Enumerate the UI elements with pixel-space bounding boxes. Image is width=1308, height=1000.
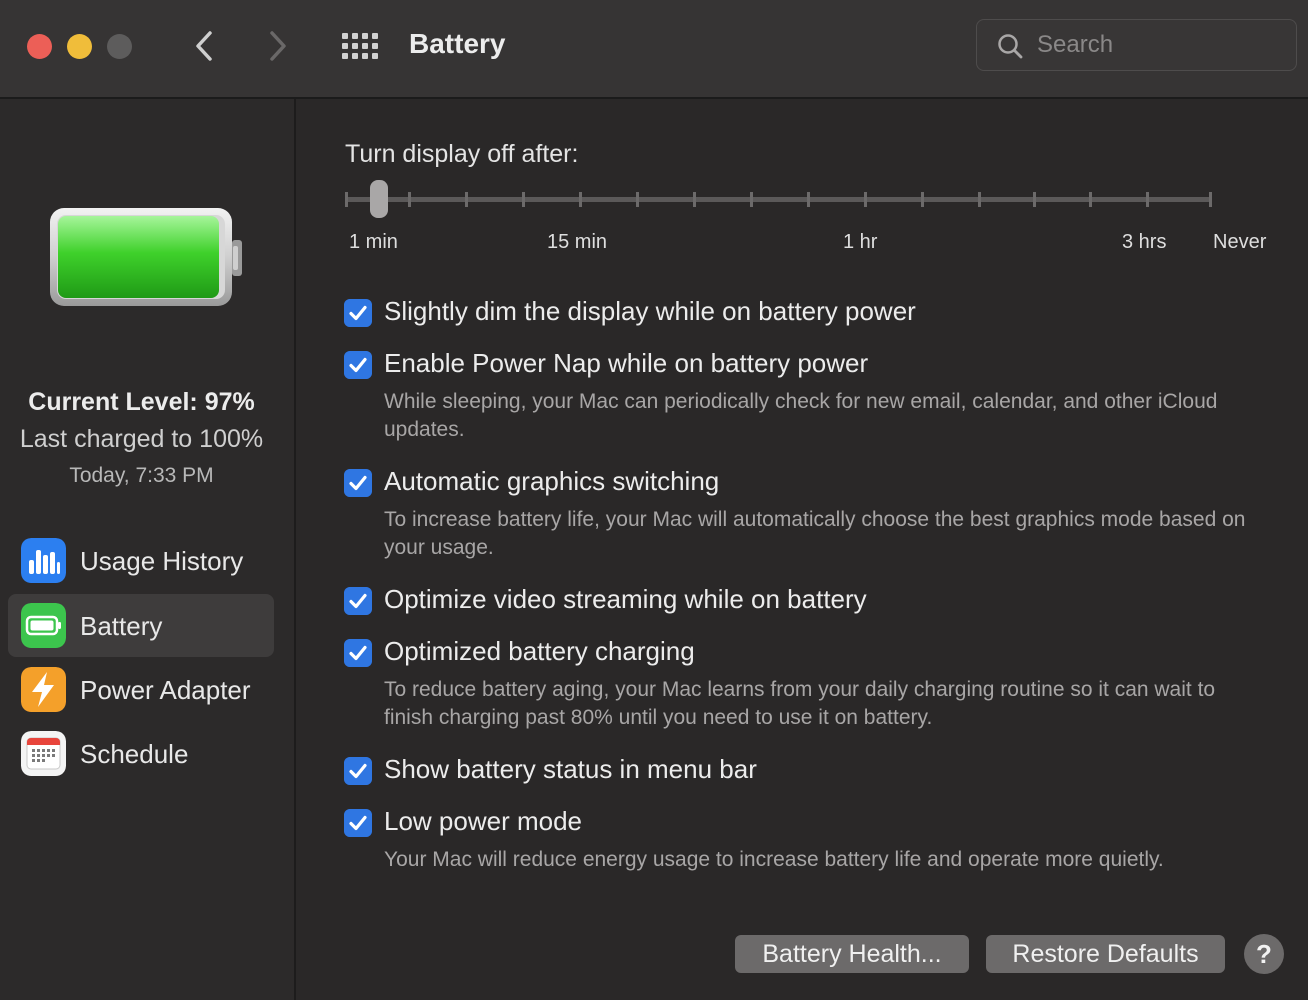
option-label[interactable]: Slightly dim the display while on batter…: [384, 296, 916, 327]
tick-label-1-min: 1 min: [349, 231, 398, 253]
option-description: Your Mac will reduce energy usage to inc…: [384, 848, 1164, 871]
option-label[interactable]: Show battery status in menu bar: [384, 754, 757, 785]
bar-chart-icon: [21, 538, 66, 583]
search-input[interactable]: [1037, 20, 1287, 70]
option-label[interactable]: Enable Power Nap while on battery power: [384, 348, 868, 379]
display-off-slider-title: Turn display off after:: [345, 140, 579, 168]
slider-tick: [579, 192, 582, 207]
checkbox-checked-icon[interactable]: [344, 587, 372, 615]
display-off-slider-track[interactable]: [345, 197, 1211, 202]
slider-tick: [636, 192, 639, 207]
sidebar-item-battery[interactable]: Battery: [8, 594, 274, 657]
option-label[interactable]: Optimize video streaming while on batter…: [384, 584, 867, 615]
battery-icon: [21, 603, 66, 648]
minimize-window-button[interactable]: [67, 34, 92, 59]
sidebar-item-schedule[interactable]: Schedule: [8, 722, 274, 785]
sidebar-item-label: Usage History: [80, 546, 244, 576]
search-field[interactable]: [976, 19, 1297, 71]
battery-health-button[interactable]: Battery Health...: [735, 935, 969, 973]
current-level-text: Current Level: 97%: [28, 388, 255, 416]
sidebar-item-usage-history[interactable]: Usage History: [8, 529, 274, 592]
search-icon: [998, 34, 1023, 59]
calendar-icon: [21, 731, 66, 776]
option-description: To reduce battery aging, your Mac learns…: [384, 678, 1216, 729]
slider-tick: [864, 192, 867, 207]
battery-level-icon: [50, 208, 242, 306]
slider-tick: [1033, 192, 1036, 207]
slider-tick: [465, 192, 468, 207]
sidebar-item-label: Battery: [80, 611, 163, 641]
back-arrow-icon[interactable]: [185, 26, 225, 66]
checkbox-checked-icon[interactable]: [344, 757, 372, 785]
checkbox-checked-icon[interactable]: [344, 469, 372, 497]
close-window-button[interactable]: [27, 34, 52, 59]
slider-tick: [408, 192, 411, 207]
checkbox-checked-icon[interactable]: [344, 809, 372, 837]
zoom-window-button[interactable]: [107, 34, 132, 59]
option-label[interactable]: Low power mode: [384, 806, 582, 837]
battery-fill: [58, 216, 219, 298]
slider-tick: [693, 192, 696, 207]
help-button[interactable]: ?: [1244, 934, 1284, 974]
sidebar-item-label: Power Adapter: [80, 675, 251, 705]
slider-tick: [921, 192, 924, 207]
slider-tick: [522, 192, 525, 207]
slider-tick: [750, 192, 753, 207]
checkbox-checked-icon[interactable]: [344, 299, 372, 327]
checkbox-checked-icon[interactable]: [344, 351, 372, 379]
slider-tick: [345, 192, 348, 207]
tick-label-never: Never: [1213, 231, 1267, 253]
checkbox-checked-icon[interactable]: [344, 639, 372, 667]
tick-label-15-min: 15 min: [547, 231, 608, 253]
slider-tick: [1146, 192, 1149, 207]
charged-time-text: Today, 7:33 PM: [69, 464, 214, 487]
sidebar-item-label: Schedule: [80, 739, 189, 769]
slider-tick: [978, 192, 981, 207]
slider-tick: [807, 192, 810, 207]
slider-tick: [1089, 192, 1092, 207]
restore-defaults-button[interactable]: Restore Defaults: [986, 935, 1225, 973]
tick-label-3-hrs: 3 hrs: [1122, 231, 1167, 253]
tick-label-1-hr: 1 hr: [843, 231, 878, 253]
option-label[interactable]: Automatic graphics switching: [384, 466, 719, 497]
option-label[interactable]: Optimized battery charging: [384, 636, 695, 667]
window-title: Battery: [409, 28, 506, 59]
forward-arrow-icon[interactable]: [258, 26, 298, 66]
sidebar-item-power-adapter[interactable]: Power Adapter: [8, 658, 274, 721]
title-bar: Battery: [0, 0, 1308, 99]
lightning-icon: [21, 667, 66, 712]
slider-tick: [1209, 192, 1212, 207]
option-description: While sleeping, your Mac can periodicall…: [384, 390, 1218, 441]
display-off-slider-knob[interactable]: [370, 180, 388, 218]
show-all-grid-icon[interactable]: [340, 31, 380, 61]
option-description: To increase battery life, your Mac will …: [384, 508, 1246, 559]
last-charged-text: Last charged to 100%: [19, 425, 264, 453]
